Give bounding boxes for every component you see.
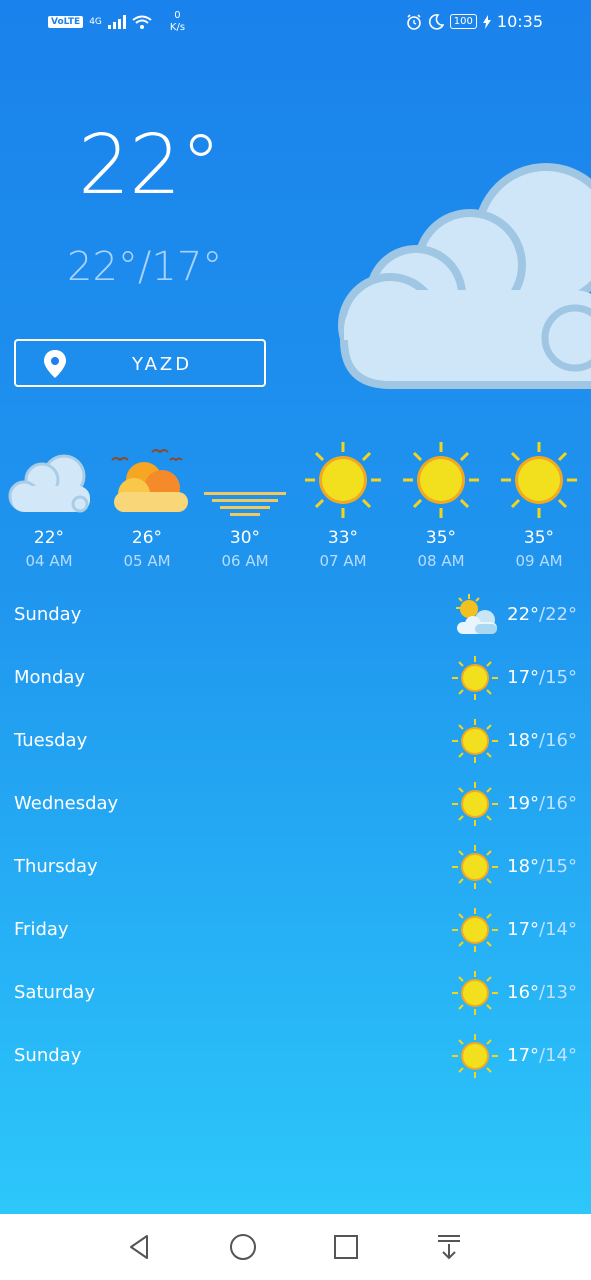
sun-icon bbox=[403, 442, 479, 518]
hourly-item: 35° 09 AM bbox=[490, 440, 588, 570]
hourly-temp: 26° bbox=[131, 528, 163, 548]
hourly-temp: 30° bbox=[229, 528, 261, 548]
day-low: /14° bbox=[539, 919, 577, 940]
current-temperature: 22° bbox=[78, 118, 221, 213]
daily-row: Thursday 18°/15° bbox=[0, 842, 591, 892]
net-speed-value: 0 bbox=[174, 10, 181, 21]
day-high: 16° bbox=[507, 982, 540, 1003]
net-speed: 0 K/s bbox=[170, 10, 185, 34]
hourly-time: 07 AM bbox=[319, 552, 367, 570]
day-name: Friday bbox=[14, 919, 69, 940]
location-pin-icon bbox=[44, 350, 66, 378]
cloud-icon bbox=[338, 163, 591, 389]
sun-icon bbox=[501, 442, 577, 518]
hourly-time: 06 AM bbox=[221, 552, 269, 570]
hourly-time: 05 AM bbox=[123, 552, 171, 570]
day-low: /16° bbox=[539, 793, 577, 814]
volte-badge: VoLTE bbox=[48, 16, 84, 28]
day-high: 22° bbox=[507, 604, 540, 625]
hourly-temp: 22° bbox=[33, 528, 65, 548]
day-name: Sunday bbox=[14, 1045, 82, 1066]
day-name: Tuesday bbox=[14, 730, 88, 751]
hourly-item: 30° 06 AM bbox=[196, 440, 294, 570]
day-high: 17° bbox=[507, 667, 540, 688]
sun-icon bbox=[452, 1034, 498, 1078]
sun-icon bbox=[452, 908, 498, 952]
hourly-time: 09 AM bbox=[515, 552, 563, 570]
sun-icon bbox=[452, 782, 498, 826]
sun-icon bbox=[452, 719, 498, 763]
hourly-forecast: 22° 04 AM 26° 05 AM 30° 06 AM 33° 07 AM … bbox=[0, 440, 591, 580]
day-temperature: 16°/13° bbox=[507, 982, 577, 1003]
navigation-bar bbox=[0, 1214, 591, 1280]
status-right: 100 10:35 bbox=[406, 12, 543, 31]
network-type: 4G bbox=[89, 17, 102, 27]
location-label: YAZD bbox=[132, 354, 193, 375]
hourly-item: 26° 05 AM bbox=[98, 440, 196, 570]
daily-row: Monday 17°/15° bbox=[0, 653, 591, 703]
clock: 10:35 bbox=[496, 12, 543, 31]
sun-icon bbox=[452, 971, 498, 1015]
wifi-icon bbox=[132, 15, 152, 29]
hourly-temp: 35° bbox=[523, 528, 555, 548]
day-low: /14° bbox=[539, 1045, 577, 1066]
location-button[interactable]: YAZD bbox=[14, 339, 266, 387]
sun-icon bbox=[452, 656, 498, 700]
charging-icon bbox=[482, 14, 491, 29]
hourly-item: 33° 07 AM bbox=[294, 440, 392, 570]
home-icon[interactable] bbox=[228, 1232, 258, 1262]
battery-level: 100 bbox=[449, 14, 477, 29]
temperature-range: 22°/17° bbox=[67, 244, 223, 290]
day-low: /15° bbox=[539, 667, 577, 688]
back-icon[interactable] bbox=[125, 1232, 155, 1262]
day-name: Thursday bbox=[14, 856, 98, 877]
alarm-icon bbox=[406, 13, 421, 30]
day-temperature: 17°/14° bbox=[507, 1045, 577, 1066]
daily-row: Tuesday 18°/16° bbox=[0, 716, 591, 766]
net-speed-unit: K/s bbox=[169, 22, 186, 33]
day-name: Monday bbox=[14, 667, 86, 688]
notification-pull-icon[interactable] bbox=[434, 1232, 464, 1262]
day-name: Saturday bbox=[14, 982, 96, 1003]
hourly-item: 35° 08 AM bbox=[392, 440, 490, 570]
hourly-temp: 33° bbox=[327, 528, 359, 548]
hourly-temp: 35° bbox=[425, 528, 457, 548]
day-high: 19° bbox=[507, 793, 540, 814]
status-left: VoLTE 4G 0 K/s bbox=[48, 10, 185, 34]
moon-icon bbox=[204, 442, 286, 516]
day-low: /22° bbox=[539, 604, 577, 625]
daily-row: Wednesday 19°/16° bbox=[0, 779, 591, 829]
daily-row: Sunday 17°/14° bbox=[0, 1031, 591, 1081]
day-temperature: 18°/15° bbox=[507, 856, 577, 877]
do-not-disturb-moon-icon bbox=[428, 13, 444, 30]
hourly-time: 08 AM bbox=[417, 552, 465, 570]
day-name: Wednesday bbox=[14, 793, 119, 814]
hourly-item: 22° 04 AM bbox=[0, 440, 98, 570]
day-temperature: 18°/16° bbox=[507, 730, 577, 751]
day-temperature: 19°/16° bbox=[507, 793, 577, 814]
daily-row: Friday 17°/14° bbox=[0, 905, 591, 955]
day-high: 18° bbox=[507, 730, 540, 751]
day-high: 17° bbox=[507, 919, 540, 940]
cloud-icon bbox=[8, 454, 90, 513]
day-temperature: 22°/22° bbox=[507, 604, 577, 625]
day-low: /15° bbox=[539, 856, 577, 877]
daily-row: Sunday 22°/22° bbox=[0, 590, 591, 640]
status-bar: VoLTE 4G 0 K/s 100 10:35 bbox=[0, 0, 591, 44]
signal-icon bbox=[107, 15, 126, 29]
day-high: 17° bbox=[507, 1045, 540, 1066]
sunrise-clouds-icon bbox=[111, 449, 188, 512]
sun-icon bbox=[452, 845, 498, 889]
day-low: /13° bbox=[539, 982, 577, 1003]
partly-cloudy-icon bbox=[456, 594, 497, 634]
day-temperature: 17°/14° bbox=[507, 919, 577, 940]
day-low: /16° bbox=[539, 730, 577, 751]
hourly-time: 04 AM bbox=[25, 552, 73, 570]
day-name: Sunday bbox=[14, 604, 82, 625]
sun-icon bbox=[305, 442, 381, 518]
day-temperature: 17°/15° bbox=[507, 667, 577, 688]
recents-icon[interactable] bbox=[331, 1232, 361, 1262]
day-high: 18° bbox=[507, 856, 540, 877]
daily-row: Saturday 16°/13° bbox=[0, 968, 591, 1018]
